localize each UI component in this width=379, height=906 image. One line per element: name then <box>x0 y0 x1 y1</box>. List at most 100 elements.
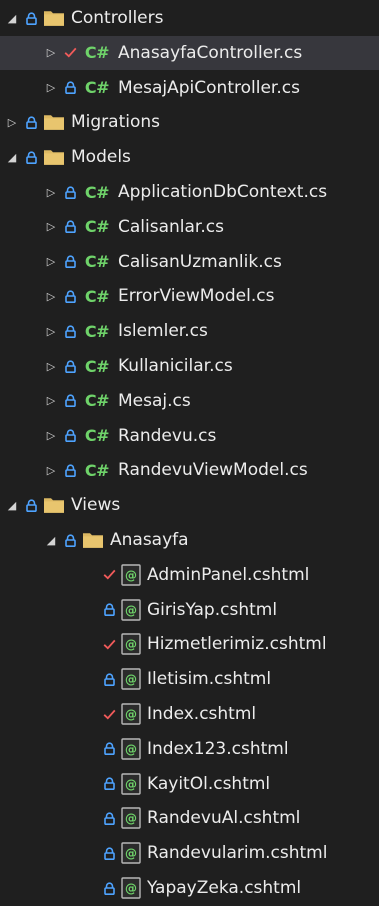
check-icon <box>101 709 117 720</box>
expanded-chevron-icon[interactable]: ◢ <box>4 151 20 164</box>
check-icon <box>101 569 117 580</box>
tree-item[interactable]: ◢ Controllers <box>0 1 379 35</box>
tree-item[interactable]: ▷@GirisYap.cshtml <box>0 593 379 627</box>
folder-icon <box>43 496 65 514</box>
csharp-file-icon: C# <box>84 286 110 306</box>
csharp-file-icon: C# <box>84 321 110 341</box>
tree-item-label: Hizmetlerimiz.cshtml <box>147 634 327 655</box>
lock-icon <box>101 847 117 860</box>
collapsed-chevron-icon[interactable]: ▷ <box>43 325 59 338</box>
tree-item[interactable]: ▷ C# Randevu.cs <box>0 419 379 453</box>
tree-item[interactable]: ▷ C# ApplicationDbContext.cs <box>0 175 379 209</box>
tree-item-label: AnasayfaController.cs <box>118 42 303 63</box>
tree-item[interactable]: ▷ C# MesajApiController.cs <box>0 71 379 105</box>
tree-item[interactable]: ▷ C# CalisanUzmanlik.cs <box>0 245 379 279</box>
razor-file-icon: @ <box>121 738 141 760</box>
lock-icon <box>62 429 78 443</box>
tree-item[interactable]: ▷ C# Calisanlar.cs <box>0 210 379 244</box>
svg-text:@: @ <box>125 568 137 582</box>
svg-text:@: @ <box>125 638 137 652</box>
collapsed-chevron-icon[interactable]: ▷ <box>43 220 59 233</box>
tree-item[interactable]: ▷@Iletisim.cshtml <box>0 662 379 696</box>
collapsed-chevron-icon[interactable]: ▷ <box>43 81 59 94</box>
tree-item-label: Models <box>71 147 131 168</box>
razor-file-icon: @ <box>121 668 141 690</box>
collapsed-chevron-icon[interactable]: ▷ <box>43 46 59 59</box>
razor-file-icon: @ <box>121 598 141 621</box>
expanded-chevron-icon[interactable]: ◢ <box>43 534 59 547</box>
tree-item-label: RandevuViewModel.cs <box>118 460 308 481</box>
tree-item[interactable]: ▷@Randevularim.cshtml <box>0 836 379 870</box>
collapsed-chevron-icon[interactable]: ▷ <box>4 116 20 129</box>
csharp-file-icon: C# <box>84 43 110 63</box>
lock-icon <box>101 881 117 895</box>
lock-icon <box>101 812 117 825</box>
lock-icon <box>62 255 78 269</box>
tree-item-label: Anasayfa <box>110 530 189 550</box>
collapsed-chevron-icon[interactable]: ▷ <box>43 290 59 303</box>
tree-item-label: Index.cshtml <box>147 704 257 724</box>
expanded-chevron-icon[interactable]: ◢ <box>4 499 20 512</box>
tree-item[interactable]: ▷ C# RandevuViewModel.cs <box>0 453 379 487</box>
tree-item[interactable]: ▷ C# ErrorViewModel.cs <box>0 279 379 313</box>
tree-item[interactable]: ▷ C# AnasayfaController.cs <box>0 35 379 70</box>
tree-item-label: Index123.cshtml <box>147 738 289 759</box>
solution-explorer-tree: ◢ Controllers ▷ C# AnasayfaController.cs ▷ C# M… <box>0 0 379 906</box>
csharp-file-icon: C# <box>84 217 110 237</box>
tree-item[interactable]: ◢ Anasayfa <box>0 523 379 557</box>
csharp-file-icon: C# <box>84 426 110 446</box>
lock-icon <box>101 603 117 617</box>
svg-text:@: @ <box>125 742 137 756</box>
tree-item[interactable]: ▷@Hizmetlerimiz.cshtml <box>0 627 379 661</box>
folder-icon <box>43 113 65 131</box>
lock-icon <box>62 81 78 95</box>
csharp-file-icon: C# <box>84 391 110 411</box>
tree-item[interactable]: ▷ Migrations <box>0 105 379 139</box>
razor-file-icon: @ <box>121 633 141 656</box>
tree-item[interactable]: ◢ Views <box>0 488 379 522</box>
lock-icon <box>23 11 39 25</box>
svg-text:@: @ <box>125 882 137 896</box>
collapsed-chevron-icon[interactable]: ▷ <box>43 394 59 407</box>
tree-item[interactable]: ▷ C# Islemler.cs <box>0 314 379 348</box>
collapsed-chevron-icon[interactable]: ▷ <box>43 429 59 442</box>
tree-item-label: CalisanUzmanlik.cs <box>118 251 282 272</box>
lock-icon <box>62 185 78 199</box>
collapsed-chevron-icon[interactable]: ▷ <box>43 186 59 199</box>
tree-item[interactable]: ▷@Index123.cshtml <box>0 732 379 766</box>
razor-file-icon: @ <box>121 564 141 586</box>
tree-item-label: Calisanlar.cs <box>118 216 224 237</box>
collapsed-chevron-icon[interactable]: ▷ <box>43 255 59 268</box>
tree-item-label: Iletisim.cshtml <box>147 669 272 690</box>
tree-item[interactable]: ▷@YapayZeka.cshtml <box>0 871 379 905</box>
tree-item[interactable]: ▷@AdminPanel.cshtml <box>0 558 379 592</box>
razor-file-icon: @ <box>121 807 141 830</box>
csharp-file-icon: C# <box>84 78 110 98</box>
tree-item[interactable]: ▷ C# Kullanicilar.cs <box>0 349 379 383</box>
folder-icon <box>82 531 104 549</box>
tree-item[interactable]: ▷@RandevuAl.cshtml <box>0 801 379 835</box>
lock-icon <box>101 673 117 686</box>
tree-item-label: MesajApiController.cs <box>118 77 300 98</box>
razor-file-icon: @ <box>121 772 141 795</box>
csharp-file-icon: C# <box>84 182 110 202</box>
tree-item[interactable]: ◢ Models <box>0 140 379 174</box>
folder-icon <box>43 148 65 166</box>
tree-item-label: Mesaj.cs <box>118 390 191 411</box>
svg-text:@: @ <box>125 673 137 687</box>
tree-item[interactable]: ▷ C# Mesaj.cs <box>0 384 379 418</box>
tree-item-label: ErrorViewModel.cs <box>118 286 275 307</box>
lock-icon <box>62 220 78 234</box>
tree-item-label: AdminPanel.cshtml <box>147 564 310 585</box>
collapsed-chevron-icon[interactable]: ▷ <box>43 464 59 477</box>
tree-item[interactable]: ▷@KayitOl.cshtml <box>0 767 379 801</box>
tree-item-label: Migrations <box>71 112 161 133</box>
collapsed-chevron-icon[interactable]: ▷ <box>43 360 59 373</box>
expanded-chevron-icon[interactable]: ◢ <box>4 12 20 25</box>
tree-item-label: Kullanicilar.cs <box>118 356 233 376</box>
tree-item-label: KayitOl.cshtml <box>147 773 271 794</box>
tree-item[interactable]: ▷@Index.cshtml <box>0 697 379 731</box>
tree-item-label: Views <box>71 495 121 516</box>
lock-icon <box>62 464 78 477</box>
lock-icon <box>62 290 78 303</box>
